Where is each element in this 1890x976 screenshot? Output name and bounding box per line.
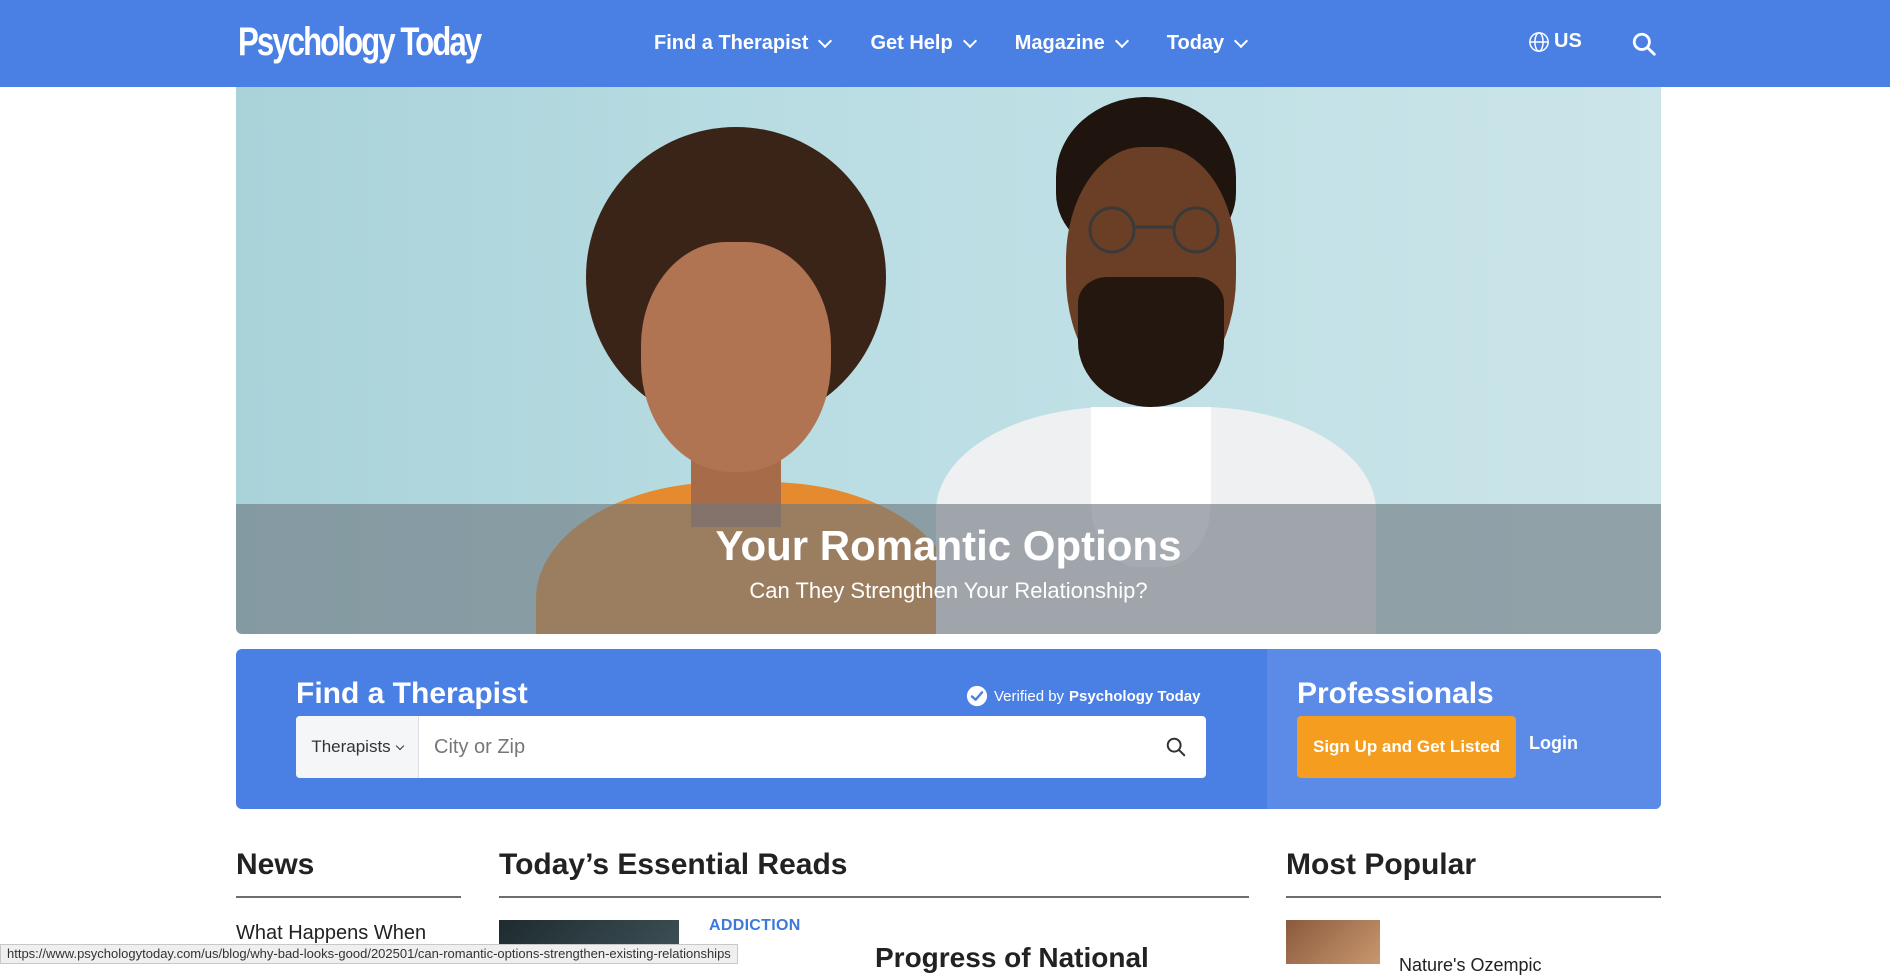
chevron-down-icon [962,33,977,48]
hero-photo-man-beard [1078,277,1224,407]
search-icon [1166,737,1186,757]
most-popular-heading: Most Popular [1286,848,1661,898]
therapist-search-bar: Therapists [296,716,1206,778]
city-zip-input[interactable] [419,716,1146,778]
region-label: US [1554,30,1582,52]
chevron-down-icon [818,33,833,48]
header-inner: Psychology Today Find a Therapist Get He… [236,0,1661,87]
news-heading[interactable]: News [236,848,461,898]
nav-today[interactable]: Today [1166,32,1249,55]
browser-status-url: https://www.psychologytoday.com/us/blog/… [0,944,738,964]
chevron-down-icon [1234,33,1249,48]
professionals-section: Professionals Sign Up and Get Listed Log… [1267,649,1661,809]
therapist-type-value: Therapists [311,737,391,756]
article-category[interactable]: ADDICTION [709,917,801,935]
verified-prefix: Verified by [994,687,1065,705]
verified-brand: Psychology Today [1069,687,1201,705]
main-nav: Find a Therapist Get Help Magazine Today [654,0,1286,87]
nav-today-label: Today [1166,32,1225,54]
search-icon[interactable] [1631,31,1657,57]
hero-caption: Your Romantic Options Can They Strengthe… [236,504,1661,634]
chevron-down-icon [395,741,404,751]
site-header: Psychology Today Find a Therapist Get He… [0,0,1890,87]
verified-badge: Verified by Psychology Today [966,685,1200,707]
hero-photo-woman-face [641,242,831,472]
region-selector[interactable]: US [1528,30,1582,53]
nav-find-therapist[interactable]: Find a Therapist [654,32,833,55]
find-therapist-title: Find a Therapist [296,677,528,710]
popular-thumbnail[interactable] [1286,920,1380,964]
popular-article-title[interactable]: Nature's Ozempic [1399,955,1541,976]
check-circle-icon [966,685,988,707]
nav-get-help[interactable]: Get Help [870,32,977,55]
hero-subtitle: Can They Strengthen Your Relationship? [749,578,1148,603]
essential-reads-heading: Today’s Essential Reads [499,848,1249,898]
signup-button[interactable]: Sign Up and Get Listed [1297,716,1516,778]
finder-panel: Find a Therapist Verified by Psychology … [236,649,1661,809]
article-title[interactable]: Progress of National [875,942,1149,974]
nav-magazine-label: Magazine [1014,32,1105,54]
globe-icon [1529,31,1549,52]
find-therapist-section: Find a Therapist Verified by Psychology … [236,649,1267,809]
chevron-down-icon [1114,33,1129,48]
professionals-title: Professionals [1297,677,1494,710]
therapist-type-select[interactable]: Therapists [296,716,419,778]
hero-title[interactable]: Your Romantic Options [236,522,1661,570]
login-link[interactable]: Login [1529,733,1578,754]
hero-photo-glasses [1088,206,1220,254]
nav-find-therapist-label: Find a Therapist [654,32,809,54]
nav-magazine[interactable]: Magazine [1014,32,1129,55]
site-logo[interactable]: Psychology Today [238,20,482,65]
hero-banner[interactable]: Your Romantic Options Can They Strengthe… [236,87,1661,634]
nav-get-help-label: Get Help [870,32,953,54]
news-item[interactable]: What Happens When [236,922,426,945]
search-submit-button[interactable] [1146,716,1206,778]
